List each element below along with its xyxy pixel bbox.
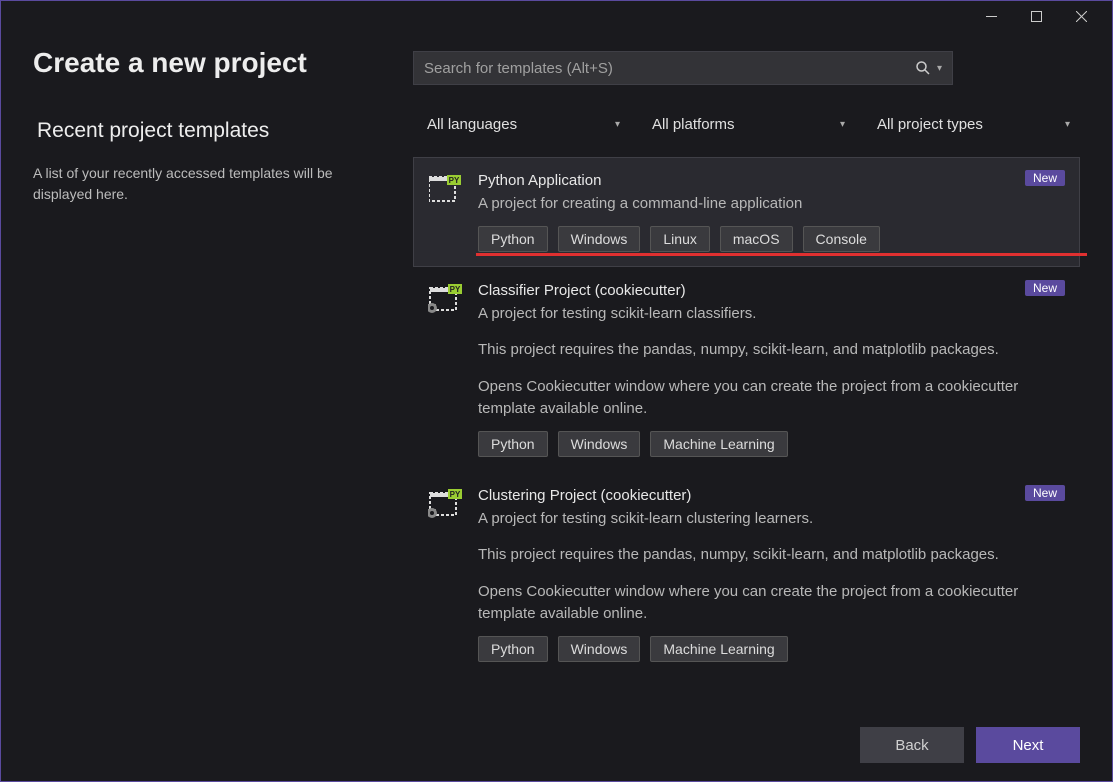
template-list: PY Python Application A project for creat… [413,157,1080,677]
svg-text:PY: PY [450,285,461,294]
template-extra-2: Opens Cookiecutter window where you can … [478,376,1065,421]
filter-project-type[interactable]: All project types ▾ [863,110,1080,139]
maximize-button[interactable] [1014,2,1059,30]
template-tag: Python [478,226,548,252]
chevron-down-icon: ▾ [937,63,942,74]
template-tag: Linux [650,226,709,252]
template-extra-1: This project requires the pandas, numpy,… [478,339,1065,362]
template-tag: Machine Learning [650,431,787,457]
new-badge: New [1025,485,1065,501]
template-name: Classifier Project (cookiecutter) [478,282,1065,299]
close-button[interactable] [1059,2,1104,30]
template-name: Python Application [478,172,1065,189]
template-item[interactable]: PY Clustering Project (cookiecutter) A pr… [413,472,1080,677]
titlebar [1,1,1112,31]
back-button[interactable]: Back [860,727,964,763]
svg-text:PY: PY [449,176,460,185]
left-panel: Create a new project Recent project temp… [33,31,383,701]
template-description: A project for testing scikit-learn clust… [478,508,1065,531]
page-title: Create a new project [33,31,383,79]
highlight-underline [476,253,1087,256]
next-button[interactable]: Next [976,727,1080,763]
template-tags: Python Windows Linux macOS Console [478,226,1065,252]
search-icon [915,60,931,76]
template-extra-2: Opens Cookiecutter window where you can … [478,581,1065,626]
template-tag: Windows [558,431,641,457]
template-name: Clustering Project (cookiecutter) [478,487,1065,504]
filter-language-label: All languages [423,116,517,133]
minimize-button[interactable] [969,2,1014,30]
python-file-icon: PY [428,172,462,206]
template-tag: Python [478,636,548,662]
filter-project-type-label: All project types [873,116,983,133]
search-box[interactable]: ▾ [413,51,953,85]
search-icon-button[interactable]: ▾ [915,60,942,76]
new-badge: New [1025,170,1065,186]
chevron-down-icon: ▾ [1065,119,1070,130]
template-tags: Python Windows Machine Learning [478,431,1065,457]
search-input[interactable] [424,60,915,77]
python-gear-icon: PY [428,282,462,316]
svg-text:PY: PY [450,490,461,499]
recent-templates-heading: Recent project templates [37,119,383,143]
template-tag: Windows [558,226,641,252]
chevron-down-icon: ▾ [840,119,845,130]
template-extra-1: This project requires the pandas, numpy,… [478,544,1065,567]
template-tag: Console [803,226,880,252]
template-item[interactable]: PY Python Application A project for creat… [413,157,1080,267]
recent-templates-description: A list of your recently accessed templat… [33,163,383,205]
filter-platform-label: All platforms [648,116,735,133]
template-tag: macOS [720,226,793,252]
template-tag: Python [478,431,548,457]
template-tags: Python Windows Machine Learning [478,636,1065,662]
template-description: A project for creating a command-line ap… [478,193,1065,216]
new-badge: New [1025,280,1065,296]
filter-language[interactable]: All languages ▾ [413,110,630,139]
template-tag: Machine Learning [650,636,787,662]
chevron-down-icon: ▾ [615,119,620,130]
python-gear-icon: PY [428,487,462,521]
filter-platform[interactable]: All platforms ▾ [638,110,855,139]
template-item[interactable]: PY Classifier Project (cookiecutter) A pr… [413,267,1080,472]
template-tag: Windows [558,636,641,662]
template-description: A project for testing scikit-learn class… [478,303,1065,326]
